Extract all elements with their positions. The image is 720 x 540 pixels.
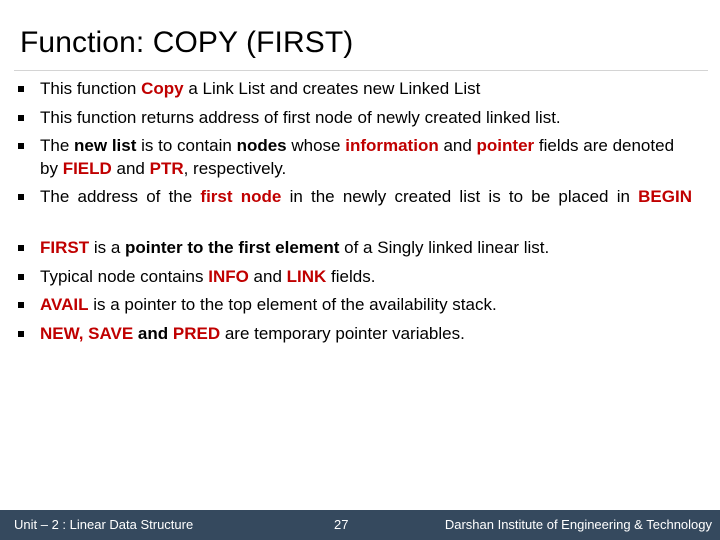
bullet-text: FIRST is a pointer to the first element … (40, 237, 692, 260)
bullet-square-icon (18, 143, 24, 149)
keyword-highlight: AVAIL (40, 295, 89, 314)
keyword-bold: and (133, 323, 173, 343)
bullet-first-pointer: FIRST is a pointer to the first element … (0, 237, 692, 260)
keyword-highlight: LINK (286, 266, 327, 286)
bullet-text: This function returns address of first n… (40, 107, 692, 130)
text-run: of a Singly linked linear list. (339, 238, 550, 257)
page-title: Function: COPY (FIRST) (20, 26, 354, 59)
bullet-square-icon (18, 86, 24, 92)
slide-body: This function Copy a Link List and creat… (0, 78, 720, 351)
bullet-square-icon (18, 194, 24, 200)
bullet-square-icon (18, 273, 24, 280)
keyword-highlight: pointer (476, 136, 535, 155)
keyword-highlight: Copy (141, 79, 184, 98)
bullet-typical-node: Typical node contains INFO and LINK fiel… (0, 266, 692, 289)
slide-title-area: Function: COPY (FIRST) (0, 0, 720, 72)
text-run: is to contain (136, 136, 237, 155)
slide: Function: COPY (FIRST) This function Cop… (0, 0, 720, 540)
bullet-first-node-begin: The address of the first node in the new… (0, 186, 692, 231)
bullet-square-icon (18, 114, 24, 121)
text-run: are temporary pointer variables. (220, 323, 465, 343)
text-run: This function returns address of first n… (40, 107, 561, 127)
slide-footer: Unit – 2 : Linear Data Structure 27 Dars… (0, 510, 720, 540)
bullet-square-icon (18, 245, 24, 251)
text-run: The address of the (40, 187, 201, 206)
bullet-temp-pointers: NEW, SAVE and PRED are temporary pointer… (0, 323, 692, 346)
keyword-highlight: NEW, SAVE (40, 323, 134, 343)
text-run: is a (89, 238, 126, 257)
bullet-new-list-fields: The new list is to contain nodes whose i… (0, 135, 692, 180)
text-run: and (248, 266, 287, 286)
text-run: fields. (326, 266, 376, 286)
text-run: in the newly created list is to be place… (281, 187, 639, 206)
text-run: is a pointer to the top element of the a… (88, 295, 497, 314)
text-run: and (111, 158, 150, 178)
footer-page-number: 27 (334, 517, 349, 532)
bullet-text: The new list is to contain nodes whose i… (40, 135, 692, 180)
bullet-returns-address: This function returns address of first n… (0, 107, 692, 130)
bullet-text: This function Copy a Link List and creat… (40, 78, 692, 101)
keyword-highlight: PRED (172, 323, 221, 343)
keyword-highlight: information (345, 136, 439, 155)
footer-institute-label: Darshan Institute of Engineering & Techn… (444, 517, 712, 532)
bullet-text: Typical node contains INFO and LINK fiel… (40, 266, 692, 289)
text-run: The (40, 136, 75, 155)
text-run: whose (286, 136, 346, 155)
keyword-highlight: INFO (208, 266, 249, 286)
text-run: This function (40, 79, 142, 98)
text-run: and (438, 136, 477, 155)
title-divider (14, 70, 708, 71)
keyword-bold: nodes (236, 136, 287, 155)
keyword-highlight: BEGIN (638, 187, 692, 206)
bullet-copy-link-list: This function Copy a Link List and creat… (0, 78, 692, 101)
footer-unit-label: Unit – 2 : Linear Data Structure (14, 517, 194, 532)
bullet-square-icon (18, 302, 24, 308)
keyword-bold: pointer to the first element (125, 238, 340, 257)
keyword-highlight: FIELD (62, 158, 112, 178)
text-run: Typical node contains (40, 266, 209, 286)
text-run: a Link List and creates new Linked List (183, 79, 481, 98)
keyword-highlight: PTR (149, 158, 184, 178)
bullet-text: AVAIL is a pointer to the top element of… (40, 294, 692, 317)
bullet-square-icon (18, 330, 24, 337)
keyword-highlight: first node (200, 187, 282, 206)
text-run: , respectively. (183, 158, 287, 178)
bullet-text: NEW, SAVE and PRED are temporary pointer… (40, 323, 692, 346)
bullet-text: The address of the first node in the new… (40, 186, 692, 231)
keyword-highlight: FIRST (40, 238, 90, 257)
bullet-avail-pointer: AVAIL is a pointer to the top element of… (0, 294, 692, 317)
keyword-bold: new list (74, 136, 137, 155)
